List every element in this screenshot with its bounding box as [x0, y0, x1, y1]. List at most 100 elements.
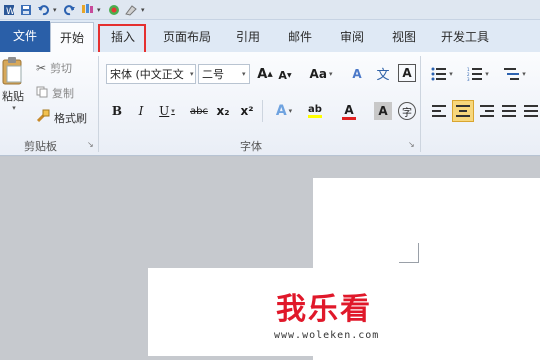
phonetic-guide-button[interactable]: 文 [374, 64, 392, 83]
shrink-font-button[interactable]: A ▼ [276, 66, 294, 84]
font-color-bar [342, 116, 356, 120]
multilevel-list-icon [504, 68, 520, 80]
font-name-dropdown-icon: ▾ [190, 70, 194, 78]
ribbon: 粘贴 ▾ ✂ 剪切 复制 格式刷 剪贴板 ↘ 宋体 (中文正文 ▾ 二号 ▾ A… [0, 52, 540, 156]
undo-icon[interactable] [36, 3, 50, 17]
char-border-icon: A [402, 66, 412, 80]
text-effects-icon: A [275, 103, 287, 119]
multilevel-list-button[interactable]: ▾ [502, 65, 528, 83]
paste-button[interactable]: 粘贴 ▾ [0, 56, 26, 112]
numbering-icon: 123 [467, 67, 483, 81]
font-size-dropdown-icon: ▾ [242, 70, 246, 78]
change-case-button[interactable]: Aa ▾ [308, 65, 334, 83]
phonetic-guide-icon: 文 [376, 67, 390, 83]
quick-access-toolbar: W ▾ ▾ ▾ [0, 0, 540, 20]
justify-button[interactable] [500, 102, 518, 120]
watermark-url: www.woleken.com [274, 330, 380, 341]
align-center-button[interactable] [452, 100, 474, 122]
strikethrough-button[interactable]: abc [188, 102, 210, 120]
change-case-icon: Aa [309, 67, 327, 81]
highlight-box [98, 24, 146, 54]
cut-button[interactable]: ✂ 剪切 [36, 60, 72, 76]
tab-references[interactable]: 引用 [222, 22, 274, 52]
tab-developer[interactable]: 开发工具 [430, 22, 500, 52]
highlight-icon: ab [308, 104, 322, 115]
grow-font-button[interactable]: A ▲ [256, 65, 274, 83]
group-separator [420, 56, 421, 152]
font-name-value: 宋体 (中文正文 [110, 68, 184, 81]
font-group-label: 字体 [240, 140, 262, 153]
align-left-icon [432, 105, 446, 117]
italic-button[interactable]: I [132, 102, 150, 120]
highlight-button[interactable]: ab [302, 102, 328, 120]
tab-file[interactable]: 文件 [0, 21, 50, 52]
format-painter-icon[interactable] [80, 3, 94, 17]
text-effects-button[interactable]: A ▾ [272, 102, 296, 120]
page-corner-mark [399, 243, 419, 263]
char-shading-icon: A [378, 104, 388, 118]
tab-home[interactable]: 开始 [50, 22, 94, 52]
copy-button[interactable]: 复制 [36, 85, 74, 101]
cut-label: 剪切 [50, 62, 73, 75]
tab-mailings[interactable]: 邮件 [274, 22, 326, 52]
char-border-button[interactable]: A [398, 64, 416, 82]
italic-icon: I [138, 104, 144, 118]
app-icon[interactable]: W [2, 3, 16, 17]
align-right-icon [480, 105, 494, 117]
bullets-button[interactable]: ▾ [430, 65, 454, 83]
align-center-icon [456, 105, 470, 117]
superscript-button[interactable]: x² [238, 102, 256, 120]
justify-icon [502, 105, 516, 117]
align-right-button[interactable] [478, 102, 496, 120]
svg-text:3: 3 [467, 77, 470, 81]
strikethrough-icon: abc [190, 105, 208, 117]
svg-text:W: W [6, 7, 15, 16]
subscript-button[interactable]: x₂ [214, 102, 232, 120]
tab-page-layout[interactable]: 页面布局 [152, 22, 222, 52]
clear-format-button[interactable]: A [348, 65, 366, 83]
group-separator [98, 56, 99, 152]
bold-button[interactable]: B [108, 102, 126, 120]
format-painter-button[interactable]: 格式刷 [36, 109, 87, 126]
copy-icon [36, 86, 48, 101]
highlight-color-bar [308, 115, 322, 118]
painter-dropdown-icon[interactable]: ▾ [97, 6, 104, 14]
eraser-icon[interactable] [124, 3, 138, 17]
redo-icon[interactable] [63, 3, 77, 17]
font-separator [262, 100, 263, 122]
paste-label: 粘贴 [2, 90, 24, 103]
clipboard-launcher-icon[interactable]: ↘ [87, 140, 94, 149]
undo-dropdown-icon[interactable]: ▾ [53, 6, 60, 14]
underline-button[interactable]: U ▾ [156, 102, 178, 120]
char-shading-button[interactable]: A [374, 102, 392, 120]
subscript-icon: x₂ [216, 104, 230, 118]
numbering-button[interactable]: 123 ▾ [466, 65, 490, 83]
brush-icon [36, 109, 50, 126]
paste-dropdown-icon[interactable]: ▾ [12, 104, 16, 112]
superscript-icon: x² [240, 104, 254, 118]
font-name-select[interactable]: 宋体 (中文正文 ▾ [106, 64, 196, 84]
font-size-select[interactable]: 二号 ▾ [198, 64, 250, 84]
scissors-icon: ✂ [36, 61, 47, 75]
clear-format-icon: A [352, 67, 362, 81]
clipboard-group-label: 剪贴板 [24, 140, 57, 153]
enclose-char-button[interactable]: 字 [398, 102, 416, 120]
watermark-logo: 我乐看 [276, 292, 372, 327]
bold-icon: B [111, 104, 123, 118]
font-launcher-icon[interactable]: ↘ [408, 140, 415, 149]
save-icon[interactable] [19, 3, 33, 17]
color-icon[interactable] [107, 3, 121, 17]
distributed-icon [524, 105, 538, 117]
font-color-button[interactable]: A [336, 102, 362, 120]
font-size-value: 二号 [202, 68, 224, 81]
tab-review[interactable]: 审阅 [326, 22, 378, 52]
ribbon-tabs: 文件 开始 插入 页面布局 引用 邮件 审阅 视图 开发工具 [0, 20, 540, 52]
align-left-button[interactable] [430, 102, 448, 120]
tab-view[interactable]: 视图 [378, 22, 430, 52]
underline-icon: U [159, 104, 170, 118]
enclose-char-icon: 字 [402, 107, 412, 119]
shrink-font-icon: A [278, 68, 287, 82]
distributed-button[interactable] [522, 102, 540, 120]
format-painter-label: 格式刷 [54, 111, 87, 125]
customize-icon[interactable]: ▾ [141, 6, 148, 14]
